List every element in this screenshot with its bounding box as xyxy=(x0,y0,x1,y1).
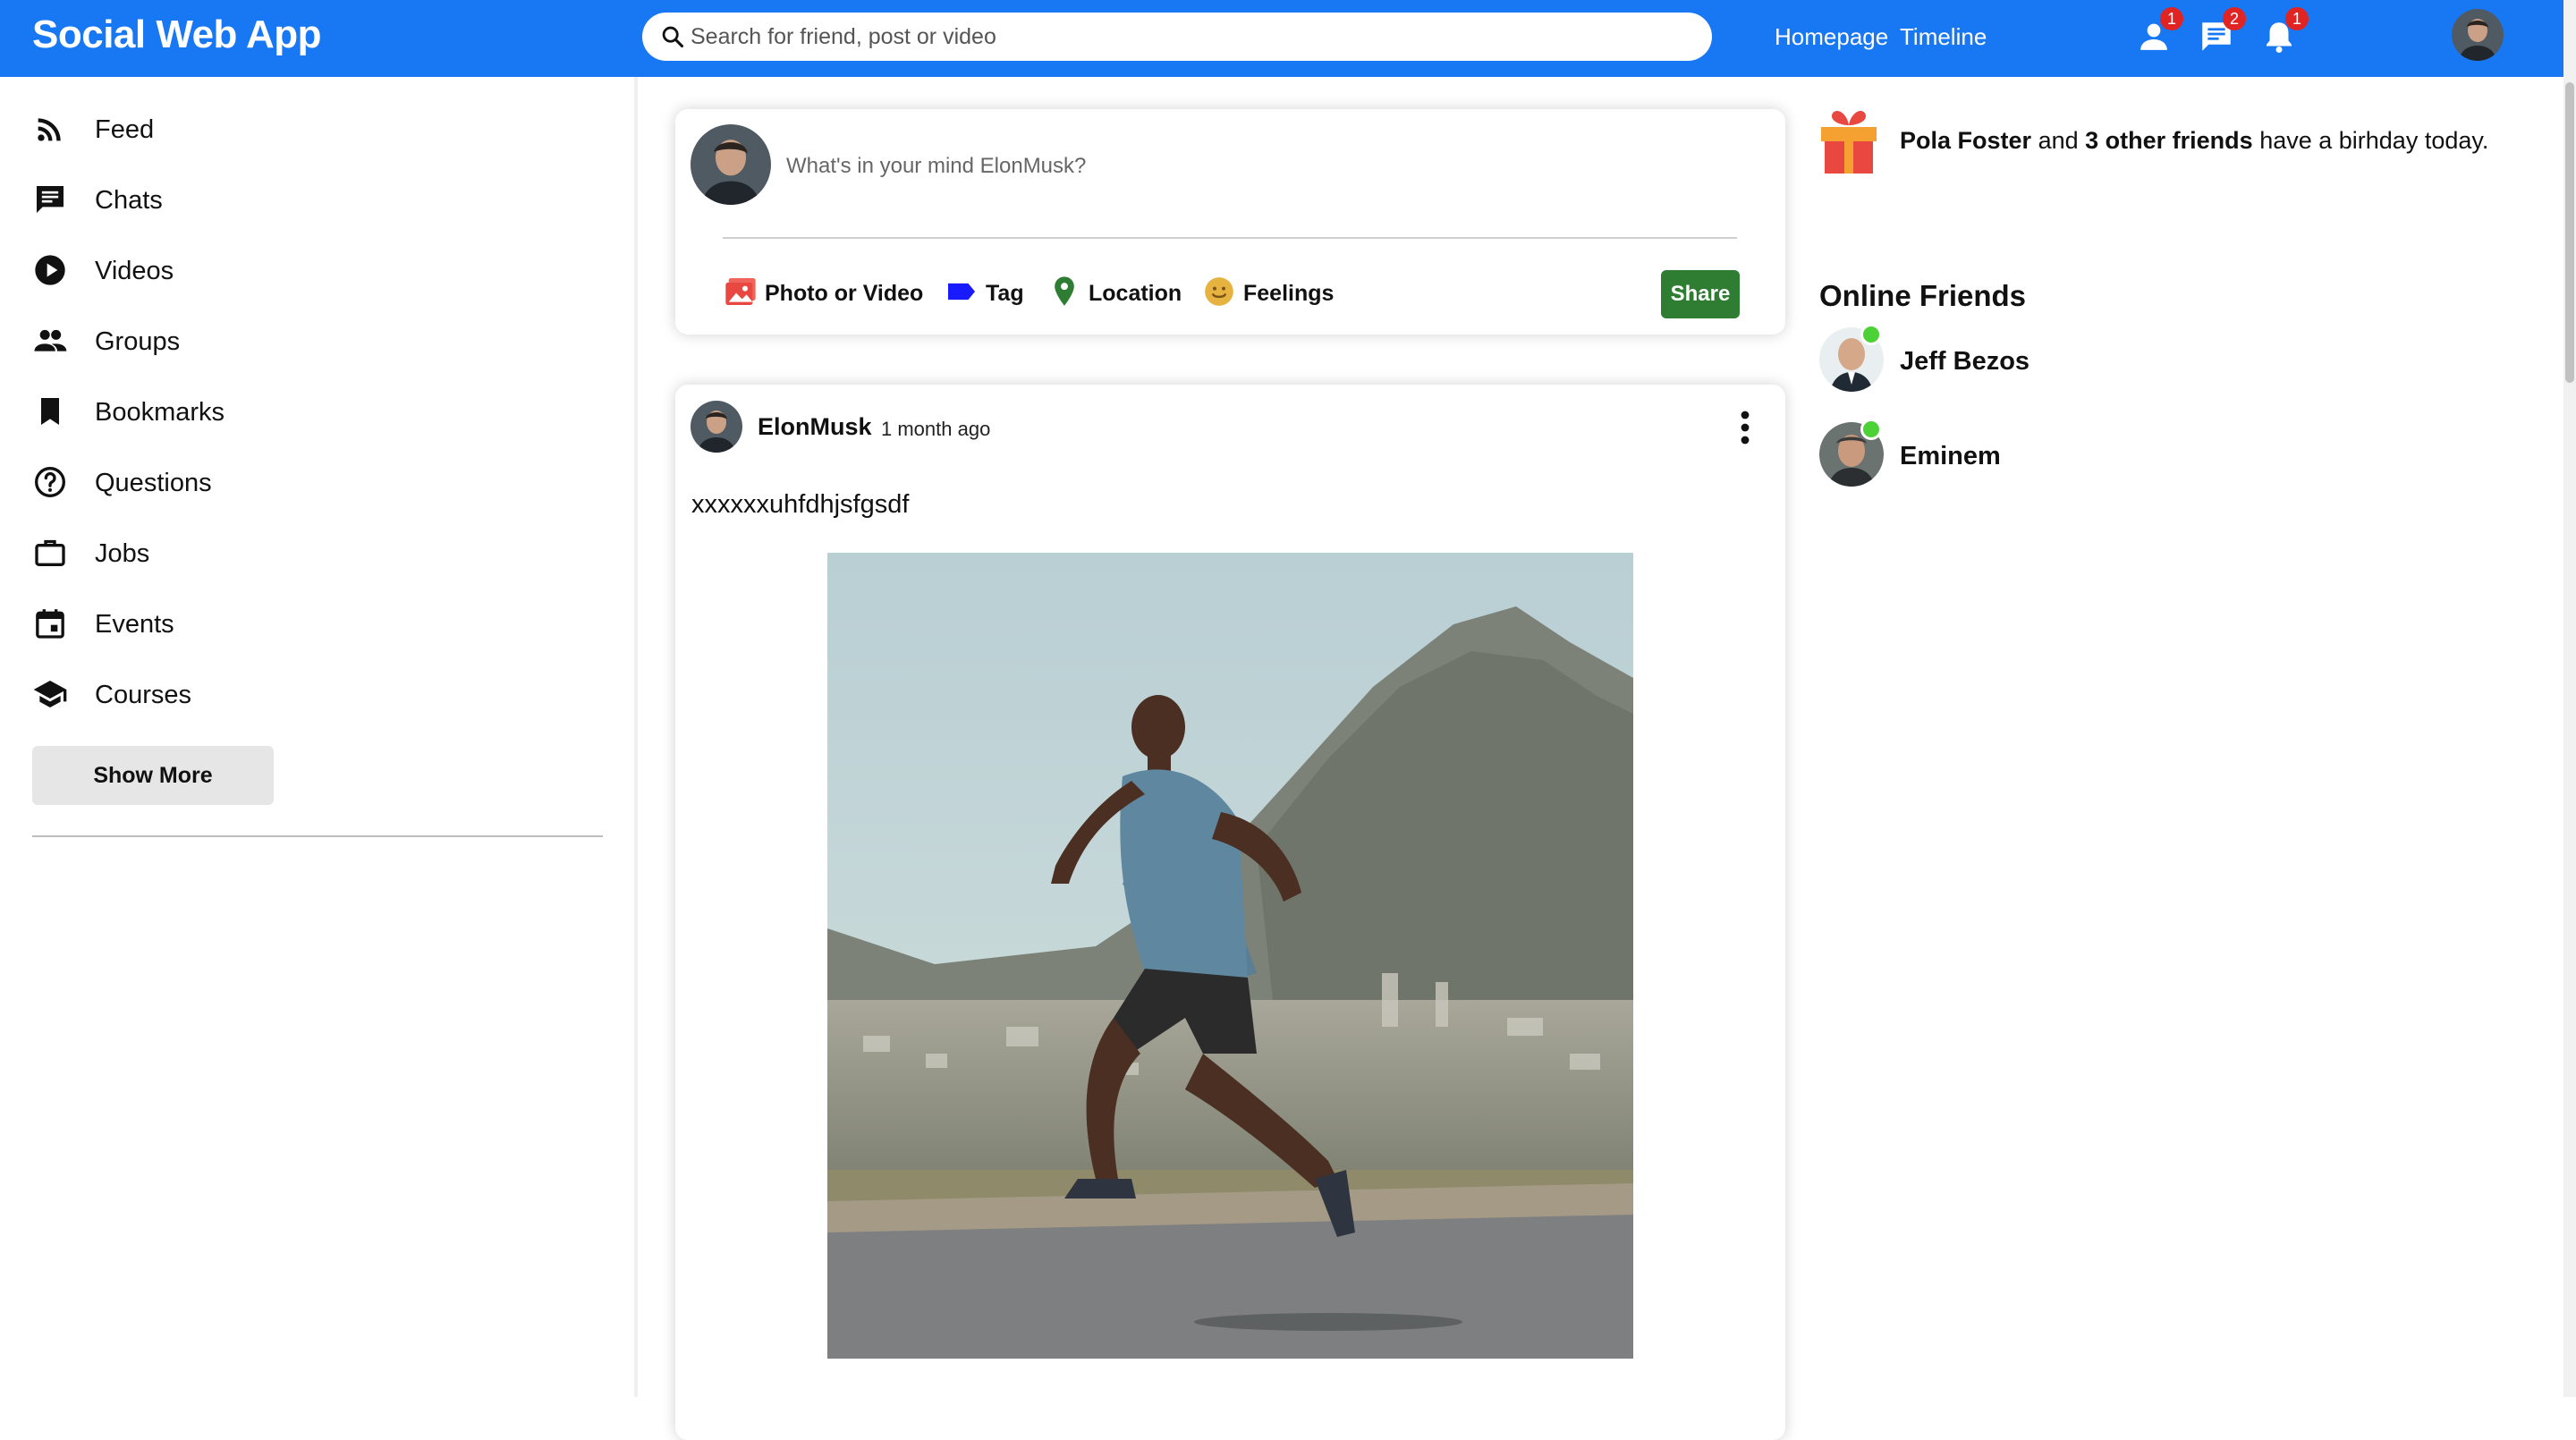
sidebar-divider xyxy=(32,835,603,837)
post-card: ElonMusk 1 month ago xxxxxxuhfdhjsfgsdf xyxy=(675,385,1785,1440)
post-text: xxxxxxuhfdhjsfgsdf xyxy=(691,490,910,519)
post-image xyxy=(827,553,1633,1359)
sidebar-item-groups[interactable]: Groups xyxy=(32,316,587,366)
tag-label: Tag xyxy=(986,281,1024,306)
birthday-and: and xyxy=(2038,127,2079,154)
birthday-others[interactable]: 3 other friends xyxy=(2085,127,2253,154)
search-input[interactable] xyxy=(691,13,1692,61)
share-input[interactable] xyxy=(786,147,1734,186)
sidebar-item-questions[interactable]: Questions xyxy=(32,457,587,507)
help-circle-icon xyxy=(35,467,65,497)
location-label: Location xyxy=(1089,281,1182,306)
search-icon xyxy=(662,26,684,48)
sidebar-item-label: Courses xyxy=(95,681,191,709)
online-friends-title: Online Friends xyxy=(1819,279,2027,312)
messages-badge: 2 xyxy=(2223,7,2246,30)
chat-icon xyxy=(37,186,64,213)
share-avatar xyxy=(691,124,771,205)
app-logo[interactable]: Social Web App xyxy=(32,13,322,57)
tag-option[interactable]: Tag xyxy=(944,274,1033,309)
sidebar-item-label: Chats xyxy=(95,186,163,215)
sidebar-item-label: Groups xyxy=(95,327,181,356)
location-pin-icon xyxy=(1055,276,1074,306)
calendar-icon xyxy=(36,609,64,639)
sidebar-border xyxy=(634,77,638,1397)
online-friend-item[interactable]: Eminem xyxy=(1819,419,2177,487)
search-bar[interactable] xyxy=(642,13,1712,61)
left-sidebar: Feed Chats Videos Groups Bookmarks Quest… xyxy=(0,77,635,1397)
photo-video-option[interactable]: Photo or Video xyxy=(723,274,928,309)
sidebar-item-videos[interactable]: Videos xyxy=(32,245,587,295)
post-author-name[interactable]: ElonMusk xyxy=(758,413,872,441)
gift-icon xyxy=(1821,111,1877,174)
scrollbar-thumb[interactable] xyxy=(2565,82,2574,383)
sidebar-item-label: Events xyxy=(95,610,174,639)
post-timestamp: 1 month ago xyxy=(881,418,991,440)
friend-requests-badge: 1 xyxy=(2160,7,2183,30)
share-button[interactable]: Share xyxy=(1661,270,1740,318)
top-bar: Social Web App Homepage Timeline 1 2 1 xyxy=(0,0,2576,77)
label-icon xyxy=(948,283,975,301)
more-vertical-icon[interactable] xyxy=(1736,410,1754,445)
emoji-icon xyxy=(1205,277,1233,306)
sidebar-item-label: Videos xyxy=(95,257,174,285)
sidebar-item-courses[interactable]: Courses xyxy=(32,669,587,719)
feelings-label: Feelings xyxy=(1243,281,1335,306)
sidebar-item-feed[interactable]: Feed xyxy=(32,104,587,154)
online-status-dot xyxy=(1860,419,1882,440)
post-author-avatar[interactable] xyxy=(691,401,742,453)
photo-icon xyxy=(725,278,756,305)
notifications-badge: 1 xyxy=(2285,7,2309,30)
nav-homepage-link[interactable]: Homepage xyxy=(1775,23,1888,51)
sidebar-item-chats[interactable]: Chats xyxy=(32,174,587,224)
sidebar-item-label: Jobs xyxy=(95,539,150,568)
sidebar-item-events[interactable]: Events xyxy=(32,598,587,648)
friend-name: Jeff Bezos xyxy=(1900,347,2030,376)
school-icon xyxy=(33,681,67,707)
play-circle-icon xyxy=(35,255,65,285)
online-status-dot xyxy=(1860,324,1882,345)
notifications-button[interactable]: 1 xyxy=(2260,7,2309,55)
nav-timeline-link[interactable]: Timeline xyxy=(1900,23,1987,51)
friend-name: Eminem xyxy=(1900,442,2001,470)
rss-icon xyxy=(38,118,61,141)
briefcase-icon xyxy=(35,539,65,566)
share-card: Photo or Video Tag Location Feelings Sha… xyxy=(675,109,1785,335)
online-friend-item[interactable]: Jeff Bezos xyxy=(1819,324,2177,392)
birthday-suffix: have a birhday today. xyxy=(2259,127,2489,154)
location-option[interactable]: Location xyxy=(1046,274,1190,309)
messages-button[interactable]: 2 xyxy=(2198,7,2246,55)
birthday-notice: Pola Foster and 3 other friends have a b… xyxy=(1900,127,2488,155)
birthday-friend-name[interactable]: Pola Foster xyxy=(1900,127,2031,154)
sidebar-item-jobs[interactable]: Jobs xyxy=(32,528,587,578)
share-divider xyxy=(723,237,1737,239)
show-more-button[interactable]: Show More xyxy=(32,746,274,805)
sidebar-item-bookmarks[interactable]: Bookmarks xyxy=(32,386,587,436)
sidebar-item-label: Questions xyxy=(95,469,212,497)
bookmark-icon xyxy=(41,398,59,425)
photo-video-label: Photo or Video xyxy=(765,281,924,306)
sidebar-item-label: Bookmarks xyxy=(95,398,225,427)
group-icon xyxy=(34,329,67,352)
friend-requests-button[interactable]: 1 xyxy=(2135,7,2183,55)
feelings-option[interactable]: Feelings xyxy=(1201,274,1344,309)
sidebar-item-label: Feed xyxy=(95,115,155,144)
profile-avatar[interactable] xyxy=(2452,9,2504,61)
